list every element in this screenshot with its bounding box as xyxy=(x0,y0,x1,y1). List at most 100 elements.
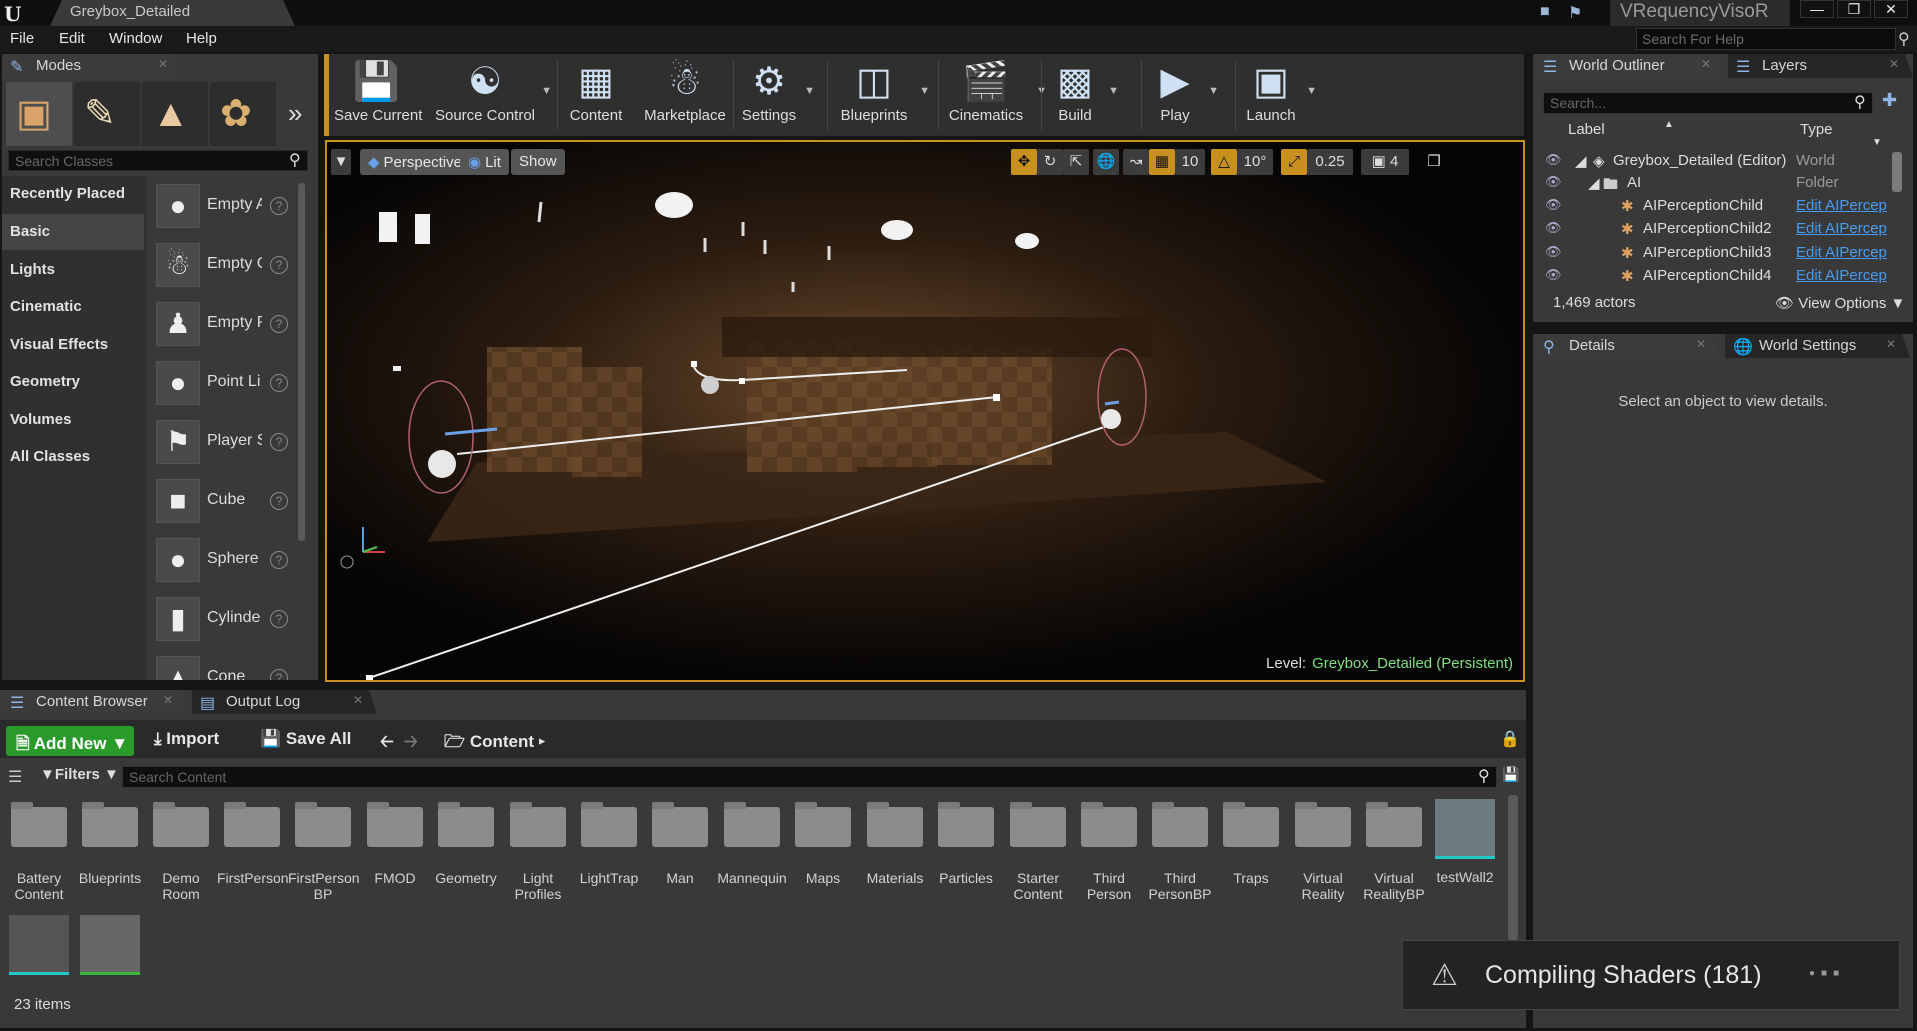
folder-item[interactable]: Maps xyxy=(788,797,858,907)
help-icon[interactable]: ? xyxy=(270,551,288,569)
grid-snap-value[interactable]: 10 xyxy=(1175,149,1205,175)
folder-item[interactable]: FirstPerson BP xyxy=(288,797,360,907)
help-icon[interactable]: ? xyxy=(270,433,288,451)
rotate-tool-icon[interactable]: ↻ xyxy=(1037,149,1063,175)
tab-world-outliner[interactable]: ☰ World Outliner ✕ xyxy=(1535,54,1725,78)
source-control-button[interactable]: ☯ Source Control ▼ xyxy=(434,57,552,133)
edit-blueprint-link[interactable]: Edit AIPercep xyxy=(1796,267,1896,283)
visibility-eye-icon[interactable]: 👁 xyxy=(1545,152,1562,168)
help-icon[interactable]: ? xyxy=(270,610,288,628)
content-button[interactable]: ▦ Content xyxy=(566,57,626,133)
add-new-button[interactable]: 🗎 Add New ▼ xyxy=(6,726,134,756)
save-all-button[interactable]: 💾 Save All xyxy=(260,729,351,749)
scale-snap-icon[interactable]: ⤢ xyxy=(1281,149,1307,175)
outliner-row-actor[interactable]: 👁 ✱ AIPerceptionChild Edit AIPercep xyxy=(1543,195,1903,218)
translate-tool-icon[interactable]: ✥ xyxy=(1011,149,1037,175)
help-icon[interactable]: ? xyxy=(270,492,288,510)
folder-item[interactable]: FirstPerson xyxy=(217,797,289,907)
menu-help[interactable]: Help xyxy=(186,30,217,47)
close-icon[interactable]: ✕ xyxy=(353,693,363,707)
folder-item[interactable]: Materials xyxy=(860,797,930,907)
import-button[interactable]: ⤓ Import xyxy=(154,729,219,749)
folder-item[interactable]: Geometry xyxy=(431,797,501,907)
place-cube[interactable]: ■ Cube ? xyxy=(152,477,297,529)
visibility-eye-icon[interactable]: 👁 xyxy=(1545,267,1562,283)
place-point-light[interactable]: ● Point Li ? xyxy=(152,359,297,411)
search-classes-input[interactable]: Search Classes xyxy=(8,150,308,171)
folder-item[interactable]: Battery Content xyxy=(4,797,74,907)
forward-arrow-icon[interactable]: 🡢 xyxy=(404,729,418,758)
tab-details[interactable]: ⚲ Details ✕ xyxy=(1535,334,1720,358)
column-label-header[interactable]: Label xyxy=(1568,121,1605,138)
search-icon[interactable]: ⚲ xyxy=(1854,92,1866,112)
content-scrollbar[interactable] xyxy=(1508,795,1518,940)
expand-arrow-icon[interactable]: ◢ xyxy=(1575,152,1587,170)
paint-mode-button[interactable]: ✎ xyxy=(74,82,140,146)
search-icon[interactable]: ⚲ xyxy=(289,150,301,170)
back-arrow-icon[interactable]: 🡠 xyxy=(380,729,394,758)
place-cylinder[interactable]: ▮ Cylinde ? xyxy=(152,595,297,647)
close-icon[interactable]: ✕ xyxy=(1696,337,1706,351)
outliner-row-world[interactable]: 👁 ◢ ◈ Greybox_Detailed (Editor) World xyxy=(1543,150,1903,173)
search-icon[interactable]: ⚲ xyxy=(1478,766,1490,786)
folder-item[interactable]: Virtual Reality xyxy=(1288,797,1358,907)
help-search-input[interactable]: Search For Help xyxy=(1636,28,1896,50)
maximize-viewport-icon[interactable]: ❐ xyxy=(1423,149,1445,175)
asset-item[interactable]: testWall2 xyxy=(1430,797,1500,907)
foliage-mode-button[interactable]: ✿ xyxy=(210,82,276,146)
expand-arrow-icon[interactable]: ◢ xyxy=(1588,174,1600,192)
blueprints-button[interactable]: ◫ Blueprints ▼ xyxy=(834,57,930,133)
place-player-start[interactable]: ⚑ Player S ? xyxy=(152,418,297,470)
folder-item[interactable]: Man xyxy=(645,797,715,907)
scale-snap-value[interactable]: 0.25 xyxy=(1307,149,1353,175)
save-search-icon[interactable]: 💾 xyxy=(1502,766,1519,783)
close-icon[interactable]: ✕ xyxy=(1886,337,1896,351)
menu-file[interactable]: File xyxy=(10,30,34,47)
placeable-scrollbar[interactable] xyxy=(298,183,305,541)
folder-item[interactable]: Third Person xyxy=(1074,797,1144,907)
folder-item[interactable]: Light Profiles xyxy=(503,797,573,907)
tab-output-log[interactable]: ▤ Output Log ✕ xyxy=(192,690,377,714)
edit-blueprint-link[interactable]: Edit AIPercep xyxy=(1796,244,1896,261)
save-current-button[interactable]: 💾 Save Current xyxy=(334,57,422,133)
help-icon[interactable]: ? xyxy=(270,315,288,333)
world-local-icon[interactable]: 🌐 xyxy=(1093,149,1119,175)
document-tab[interactable]: Greybox_Detailed xyxy=(50,0,295,26)
chevron-down-icon[interactable]: ▼ xyxy=(541,85,552,97)
folder-item[interactable]: LightTrap xyxy=(574,797,644,907)
view-options-button[interactable]: 👁 View Options ▼ xyxy=(1775,294,1905,312)
close-icon[interactable]: ✕ xyxy=(163,693,173,707)
more-modes-icon[interactable]: » xyxy=(288,98,302,129)
outliner-row-actor[interactable]: 👁 ✱ AIPerceptionChild3 Edit AIPercep xyxy=(1543,242,1903,265)
asset-thumbnail[interactable] xyxy=(9,915,69,975)
chevron-down-icon[interactable]: ▼ xyxy=(1872,137,1882,148)
tab-world-settings[interactable]: 🌐 World Settings ✕ xyxy=(1725,334,1910,358)
chat-icon[interactable]: ■ xyxy=(1540,3,1560,21)
show-button[interactable]: Show xyxy=(511,149,565,175)
close-icon[interactable]: ✕ xyxy=(1701,57,1711,71)
edit-blueprint-link[interactable]: Edit AIPercep xyxy=(1796,197,1896,214)
help-icon[interactable]: ? xyxy=(270,669,288,680)
folder-item[interactable]: Third PersonBP xyxy=(1145,797,1215,907)
outliner-row-actor[interactable]: 👁 ✱ AIPerceptionChild2 Edit AIPercep xyxy=(1543,218,1903,241)
help-icon[interactable]: ? xyxy=(270,256,288,274)
build-button[interactable]: ▩ Build ▼ xyxy=(1047,57,1119,133)
search-icon[interactable]: ⚲ xyxy=(1898,29,1910,49)
close-icon[interactable]: ✕ xyxy=(158,57,168,71)
place-empty-character[interactable]: ☃ Empty C ? xyxy=(152,241,297,293)
menu-window[interactable]: Window xyxy=(109,30,162,47)
help-icon[interactable]: ? xyxy=(270,374,288,392)
folder-item[interactable]: Virtual RealityBP xyxy=(1359,797,1429,907)
settings-button[interactable]: ⚙ Settings ▼ xyxy=(739,57,815,133)
content-path-breadcrumb[interactable]: 🗁 Content ▸ xyxy=(444,729,545,758)
chevron-down-icon[interactable]: ▼ xyxy=(1306,85,1317,97)
marketplace-button[interactable]: ☃ Marketplace xyxy=(643,57,727,133)
folder-item[interactable]: Demo Room xyxy=(146,797,216,907)
asset-thumbnail[interactable] xyxy=(80,915,140,975)
visibility-eye-icon[interactable]: 👁 xyxy=(1545,220,1562,236)
cinematics-button[interactable]: 🎬 Cinematics ▼ xyxy=(941,57,1047,133)
content-search-input[interactable]: Search Content xyxy=(122,766,1497,788)
help-icon[interactable]: ? xyxy=(270,197,288,215)
place-cone[interactable]: ▲ Cone ? xyxy=(152,654,297,680)
filters-button[interactable]: ▼Filters ▼ xyxy=(40,766,119,783)
